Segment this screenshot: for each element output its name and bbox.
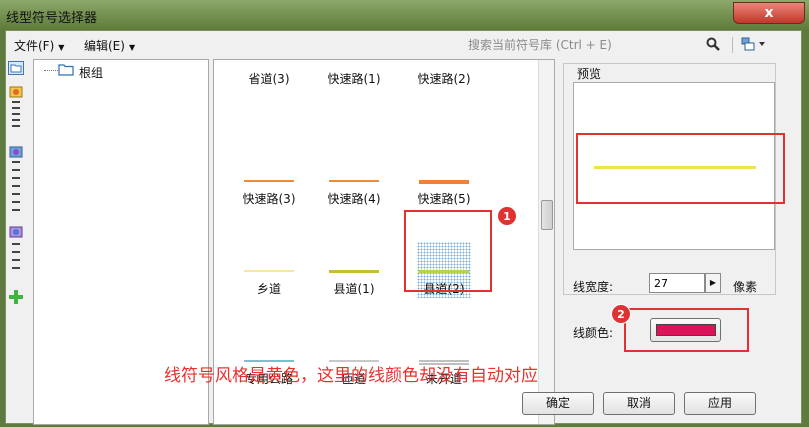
- symbol-item[interactable]: 乡道: [229, 230, 309, 300]
- ok-button[interactable]: 确定: [522, 392, 594, 415]
- file-menu-label: 文件(F): [14, 39, 55, 53]
- symbol-label: 快速路(2): [417, 72, 471, 86]
- line-width-input[interactable]: [649, 273, 705, 293]
- apply-button[interactable]: 应用: [684, 392, 756, 415]
- edit-menu[interactable]: 编辑(E) ▼: [84, 37, 135, 54]
- symbol-label: 快速路(3): [242, 192, 296, 206]
- folder-icon[interactable]: [8, 61, 24, 75]
- symbol-item[interactable]: 快速路(2): [404, 60, 484, 120]
- chevron-down-icon: ▼: [128, 43, 136, 52]
- search-input[interactable]: [466, 35, 726, 55]
- style-library-icon-3[interactable]: [8, 225, 24, 277]
- symbol-label: 乡道: [256, 282, 281, 296]
- line-width-label: 线宽度:: [573, 280, 614, 294]
- window-title: 线型符号选择器: [6, 11, 98, 26]
- menu-bar: 文件(F) ▼ 编辑(E) ▼: [6, 31, 801, 57]
- symbol-line-preview: [329, 270, 379, 273]
- view-options-icon[interactable]: [741, 37, 767, 51]
- chevron-down-icon: ▼: [58, 43, 65, 52]
- edit-menu-label: 编辑(E): [84, 39, 125, 53]
- tree-node-label: 根组: [79, 66, 104, 80]
- preview-title: 预览: [574, 65, 605, 82]
- cancel-button[interactable]: 取消: [603, 392, 675, 415]
- style-library-icon-1[interactable]: [8, 85, 24, 131]
- title-bar: 线型符号选择器: [0, 0, 809, 30]
- symbol-line-preview: [244, 270, 294, 272]
- symbol-line-preview: [329, 180, 379, 182]
- annotation-badge-2: 2: [611, 304, 631, 324]
- file-menu[interactable]: 文件(F) ▼: [14, 37, 64, 54]
- symbol-label: 省道(3): [248, 72, 290, 86]
- annotation-box-preview: [576, 133, 785, 204]
- symbol-item[interactable]: 县道(1): [314, 230, 394, 300]
- style-library-icon-2[interactable]: [8, 145, 24, 215]
- annotation-caption: 线符号风格是黄色，这里的线颜色却没有自动对应: [164, 366, 538, 386]
- symbol-line-preview: [244, 180, 294, 182]
- close-button[interactable]: x: [733, 2, 805, 24]
- dialog-client: 文件(F) ▼ 编辑(E) ▼ 搜索当前符号库 (Ctrl + E) 根组 省道…: [5, 30, 802, 425]
- scrollbar-thumb[interactable]: [541, 200, 553, 230]
- tree-connector: [44, 70, 58, 71]
- symbol-label: 快速路(1): [327, 72, 381, 86]
- symbol-line-preview: [419, 180, 469, 184]
- folder-icon: [58, 64, 74, 76]
- symbol-item[interactable]: 快速路(5): [404, 140, 484, 210]
- line-width-unit: 像素: [733, 280, 758, 294]
- annotation-box-1: [404, 210, 492, 292]
- line-color-label: 线颜色:: [573, 326, 614, 340]
- symbol-label: 快速路(4): [327, 192, 381, 206]
- annotation-box-2: [624, 308, 749, 352]
- symbol-item[interactable]: 快速路(4): [314, 140, 394, 210]
- line-width-spinner[interactable]: ▶: [705, 273, 721, 293]
- add-icon[interactable]: [8, 289, 24, 305]
- vertical-scrollbar[interactable]: [538, 60, 554, 424]
- toolbar-divider: [732, 37, 733, 53]
- library-strip: [6, 59, 26, 425]
- symbol-item[interactable]: 快速路(3): [229, 140, 309, 210]
- symbol-label: 县道(1): [333, 282, 375, 296]
- annotation-badge-1: 1: [497, 206, 517, 226]
- symbol-item[interactable]: 快速路(1): [314, 60, 394, 120]
- symbol-item[interactable]: 省道(3): [229, 60, 309, 120]
- symbol-label: 快速路(5): [417, 192, 471, 206]
- search-icon[interactable]: [706, 37, 720, 51]
